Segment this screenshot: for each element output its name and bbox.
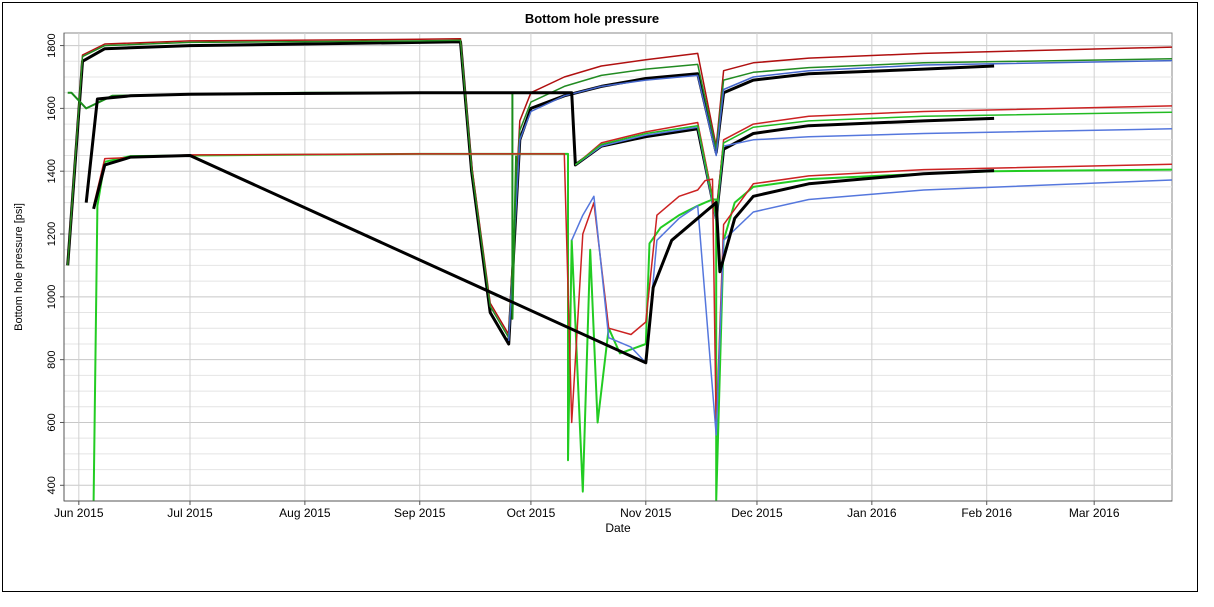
y-tick-label: 1200	[46, 222, 58, 246]
x-tick-label: Aug 2015	[279, 506, 331, 520]
x-tick-label: Oct 2015	[507, 506, 556, 520]
x-tick-label: Sep 2015	[394, 506, 446, 520]
x-tick-label: Dec 2015	[731, 506, 783, 520]
x-tick-label: Feb 2016	[961, 506, 1012, 520]
x-tick-label: Jan 2016	[847, 506, 897, 520]
y-tick-label: 800	[46, 350, 58, 368]
y-tick-label: 1000	[46, 285, 58, 309]
bottom-hole-pressure-chart: Bottom hole pressure 400 600 800 1000 1200 14…	[13, 11, 1173, 535]
x-tick-label: Nov 2015	[620, 506, 672, 520]
y-tick-label: 1600	[46, 96, 58, 120]
x-tick-label: Mar 2016	[1069, 506, 1120, 520]
y-tick-label: 400	[46, 476, 58, 494]
plot-area	[63, 32, 1173, 502]
y-tick-label: 1400	[46, 159, 58, 183]
x-tick-label: Jun 2015	[54, 506, 104, 520]
y-tick-label: 1800	[46, 33, 58, 57]
x-axis-title: Date	[605, 521, 631, 535]
chart-title: Bottom hole pressure	[525, 11, 659, 26]
y-axis-title: Bottom hole pressure [psi]	[13, 203, 25, 331]
y-tick-label: 600	[46, 413, 58, 431]
x-tick-label: Jul 2015	[167, 506, 213, 520]
